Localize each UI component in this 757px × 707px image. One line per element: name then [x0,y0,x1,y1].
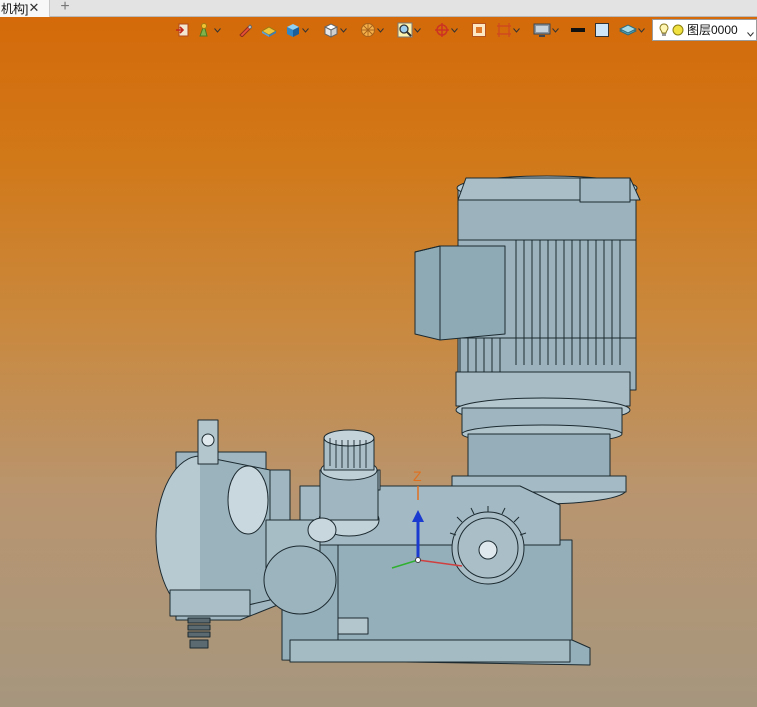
document-tab-bar: 机构] ✕ + [0,0,757,17]
3d-viewport[interactable]: 图层0000 Z [0,17,757,707]
close-icon[interactable]: ✕ [27,0,41,16]
axis-z-label: Z [413,468,422,484]
document-tab-label: 机构] [1,1,29,16]
document-tab[interactable]: 机构] ✕ [0,0,50,17]
pump-assembly-model[interactable]: Z [0,17,757,707]
new-tab-icon[interactable]: + [58,0,72,15]
